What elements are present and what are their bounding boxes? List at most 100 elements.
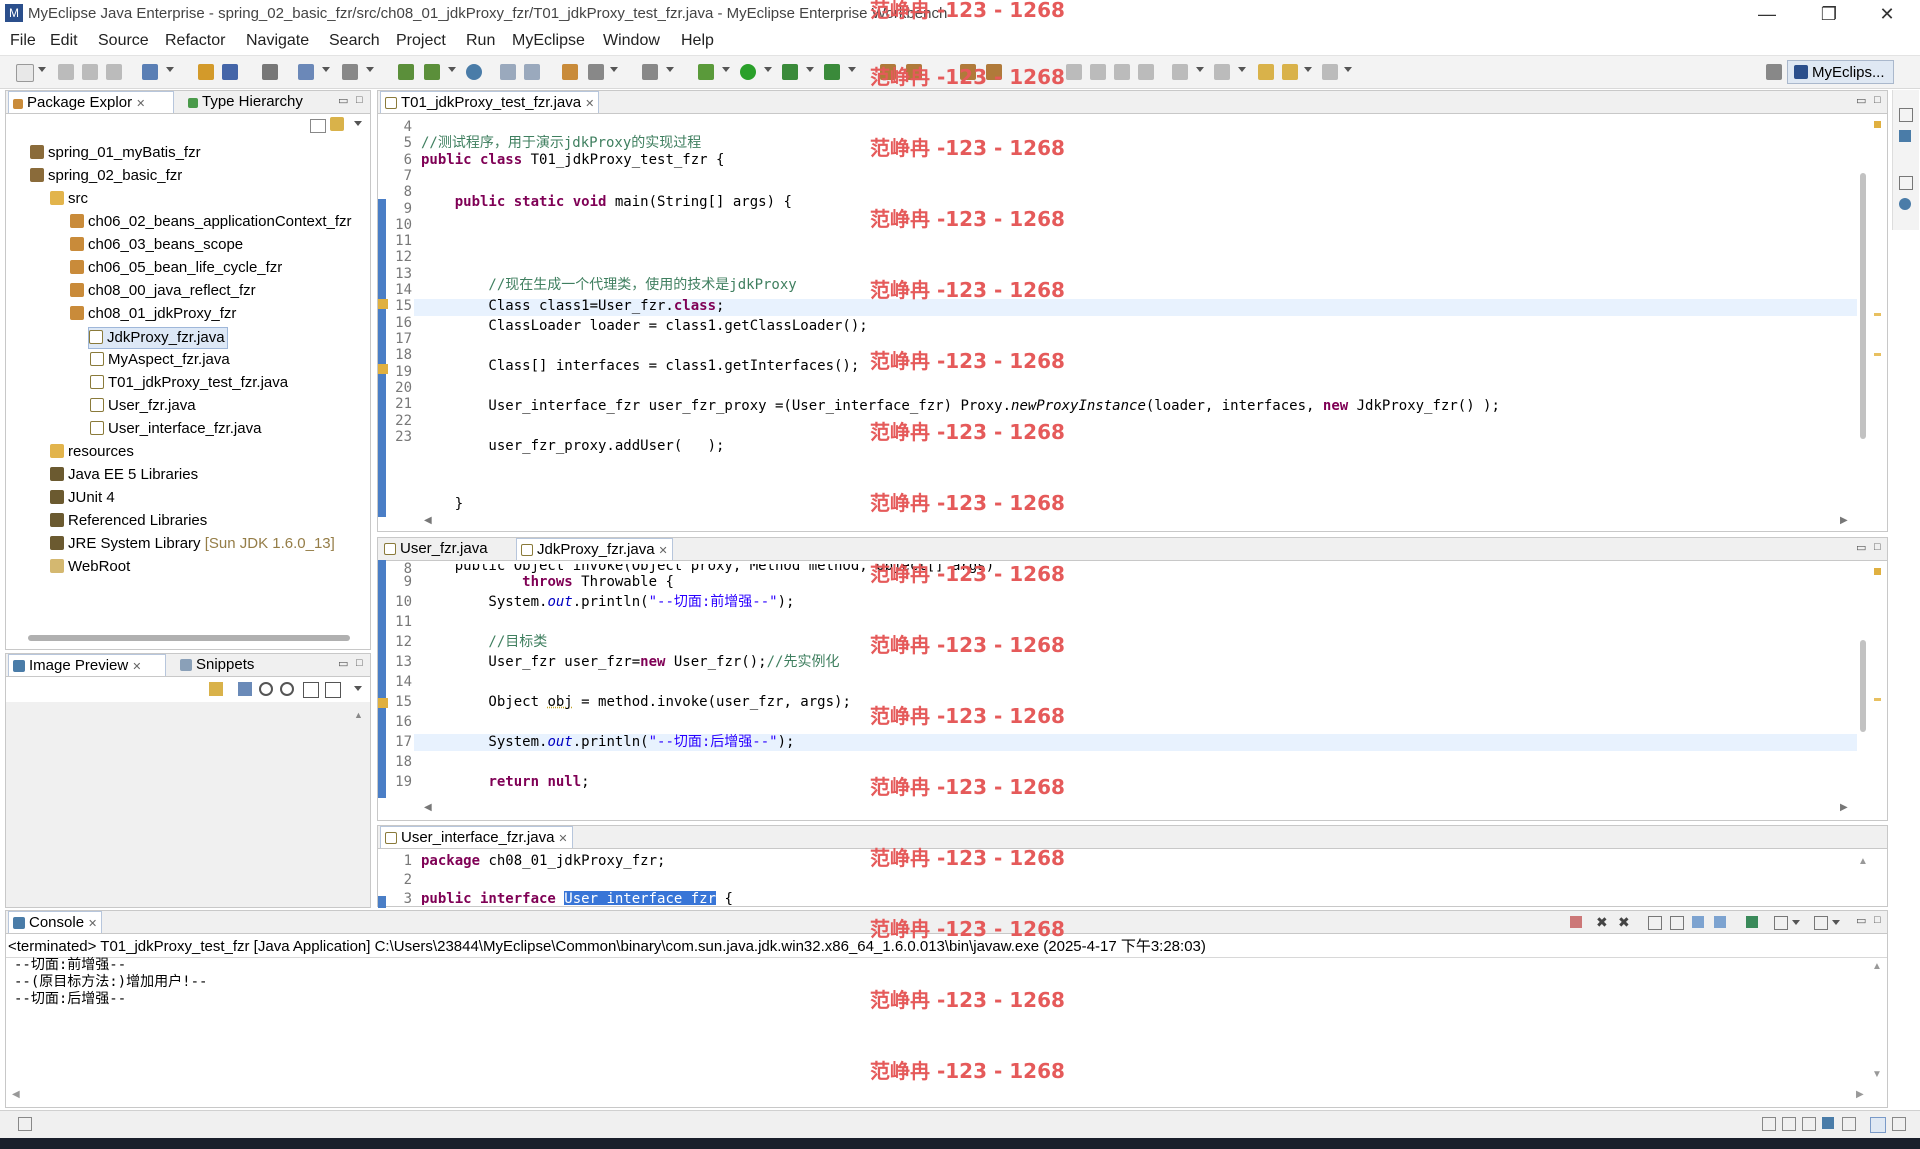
scroll-left-icon[interactable]: ◀ — [12, 1089, 20, 1100]
scroll-down-icon[interactable]: ▼ — [1872, 1069, 1882, 1080]
minimize-view-icon[interactable]: ▭ — [1856, 541, 1866, 554]
tree-item-java-file[interactable]: MyAspect_fzr.java — [90, 350, 230, 370]
overview-warning-marker[interactable] — [1874, 313, 1881, 316]
code-line[interactable]: System.out.println("--切面:前增强--"); — [421, 594, 794, 610]
tree-item-java-file[interactable]: T01_jdkProxy_test_fzr.java — [90, 373, 288, 393]
close-button[interactable]: ✕ — [1864, 0, 1910, 28]
tab-image-preview[interactable]: Image Preview ✕ — [8, 654, 166, 676]
zoom-out-icon[interactable] — [259, 682, 273, 696]
maximize-view-icon[interactable]: □ — [1874, 541, 1881, 553]
next-annotation-icon[interactable] — [1172, 64, 1188, 80]
debug-run-dropdown-icon[interactable] — [722, 67, 730, 72]
tab-type-hierarchy[interactable]: Type Hierarchy — [184, 91, 307, 113]
new-package-icon[interactable] — [424, 64, 440, 80]
maximize-view-icon[interactable]: □ — [1874, 914, 1881, 926]
terminate-icon[interactable] — [1570, 916, 1582, 928]
menu-refactor[interactable]: Refactor — [165, 32, 225, 50]
trim-restore-icon[interactable] — [1899, 176, 1913, 190]
tree-item-resources[interactable]: resources — [50, 442, 134, 462]
tab-t01-jdkproxy-test[interactable]: T01_jdkProxy_test_fzr.java ✕ — [380, 91, 600, 113]
status-icon-1[interactable] — [1762, 1117, 1776, 1131]
debug-icon[interactable] — [142, 64, 158, 80]
code-line[interactable]: Class[] interfaces = class1.getInterface… — [421, 358, 859, 374]
remove-all-launches-icon[interactable]: ✖ — [1618, 914, 1630, 931]
clear-console-icon[interactable] — [1648, 916, 1662, 930]
code-line[interactable]: User_interface_fzr user_fzr_proxy =(User… — [421, 398, 1499, 414]
code-line-comment[interactable]: //现在生成一个代理类，使用的技术是jdkProxy — [421, 277, 796, 293]
prev-edit-icon[interactable] — [500, 64, 516, 80]
tree-item-library[interactable]: Java EE 5 Libraries — [50, 465, 198, 485]
prev-annotation-icon[interactable] — [1214, 64, 1230, 80]
console-output-line[interactable]: --切面:后增强-- — [14, 991, 126, 1008]
tree-item-webroot[interactable]: WebRoot — [50, 557, 130, 577]
new-dropdown-icon[interactable] — [38, 67, 46, 72]
vertical-scrollbar[interactable] — [1860, 173, 1866, 439]
scroll-up-icon[interactable]: ▲ — [1858, 856, 1868, 867]
tree-item-src[interactable]: src — [50, 189, 88, 209]
forward-icon[interactable] — [1322, 64, 1338, 80]
close-icon[interactable]: ✕ — [585, 98, 594, 110]
tree-item-package[interactable]: ch08_01_jdkProxy_fzr — [70, 304, 236, 324]
close-icon[interactable]: ✕ — [558, 833, 567, 845]
close-icon[interactable]: ✕ — [132, 661, 141, 673]
new-package-dropdown-icon[interactable] — [448, 67, 456, 72]
back-dropdown-icon[interactable] — [1304, 67, 1312, 72]
save-icon[interactable] — [58, 64, 74, 80]
code-line[interactable]: throws Throwable { — [421, 574, 674, 590]
search-tool-dropdown-icon[interactable] — [610, 67, 618, 72]
overview-warning-marker[interactable] — [1874, 698, 1881, 701]
tree-item-package[interactable]: ch06_05_bean_life_cycle_fzr — [70, 258, 282, 278]
tree-item-spring_02_basic[interactable]: spring_02_basic_fzr — [30, 166, 182, 186]
coverage-icon[interactable] — [824, 64, 840, 80]
tree-item-java-file[interactable]: User_fzr.java — [90, 396, 196, 416]
uml-icon[interactable] — [298, 64, 314, 80]
run-external-dropdown-icon[interactable] — [806, 67, 814, 72]
selected-text[interactable]: User_interface_fzr — [564, 891, 717, 905]
save-all-icon[interactable] — [82, 64, 98, 80]
vertical-scrollbar[interactable] — [1860, 640, 1866, 732]
coverage-dropdown-icon[interactable] — [848, 67, 856, 72]
code-line[interactable]: Class class1=User_fzr.class; — [421, 298, 724, 314]
minimize-view-icon[interactable]: ▭ — [338, 657, 348, 670]
console-output-line[interactable]: --切面:前增强-- — [14, 957, 126, 974]
search-tool-icon[interactable] — [588, 64, 604, 80]
code-line[interactable]: } — [421, 496, 463, 512]
open-resource-icon[interactable] — [642, 64, 658, 80]
maximize-view-icon[interactable]: □ — [356, 94, 363, 106]
help-view-icon[interactable] — [1899, 198, 1911, 210]
horizontal-scrollbar[interactable] — [28, 635, 350, 641]
status-icon-5[interactable] — [1842, 1117, 1856, 1131]
open-console-icon[interactable] — [1814, 916, 1828, 930]
zoom-in-icon[interactable] — [280, 682, 294, 696]
menu-navigate[interactable]: Navigate — [246, 32, 309, 50]
menu-file[interactable]: File — [10, 32, 36, 50]
open-type-icon[interactable] — [466, 64, 482, 80]
tree-item-java-file-selected[interactable]: JdkProxy_fzr.java — [88, 327, 228, 349]
run-external-icon[interactable] — [782, 64, 798, 80]
prev-annotation-dropdown-icon[interactable] — [1238, 67, 1246, 72]
code-line[interactable]: ClassLoader loader = class1.getClassLoad… — [421, 318, 867, 334]
tree-item-library[interactable]: Referenced Libraries — [50, 511, 207, 531]
back-icon[interactable] — [1282, 64, 1298, 80]
close-icon[interactable]: ✕ — [88, 918, 97, 930]
menu-project[interactable]: Project — [396, 32, 446, 50]
tree-item-library[interactable]: JUnit 4 — [50, 488, 115, 508]
next-edit-icon[interactable] — [524, 64, 540, 80]
tab-package-explorer[interactable]: Package Explor ✕ — [8, 91, 174, 113]
maximize-view-icon[interactable]: □ — [356, 657, 363, 669]
code-line-comment[interactable]: //测试程序，用于演示jdkProxy的实现过程 — [421, 135, 701, 151]
uml-dropdown-icon[interactable] — [322, 67, 330, 72]
remove-launch-icon[interactable]: ✖ — [1596, 914, 1608, 931]
minimize-view-icon[interactable]: ▭ — [1856, 914, 1866, 927]
open-perspective-icon[interactable] — [1766, 64, 1782, 80]
web-browser-dropdown-icon[interactable] — [366, 67, 374, 72]
tab-jdkproxy-fzr[interactable]: JdkProxy_fzr.java ✕ — [516, 538, 673, 560]
scroll-right-icon[interactable]: ▶ — [1840, 802, 1848, 813]
actual-size-icon[interactable] — [303, 682, 319, 698]
toggle-edit-icon[interactable] — [1138, 64, 1154, 80]
close-icon[interactable]: ✕ — [136, 98, 145, 110]
tab-user-interface-fzr[interactable]: User_interface_fzr.java ✕ — [380, 826, 573, 848]
display-console-dropdown-icon[interactable] — [1792, 920, 1800, 925]
overview-warning-marker[interactable] — [1874, 121, 1881, 128]
toggle-block-icon[interactable] — [1090, 64, 1106, 80]
